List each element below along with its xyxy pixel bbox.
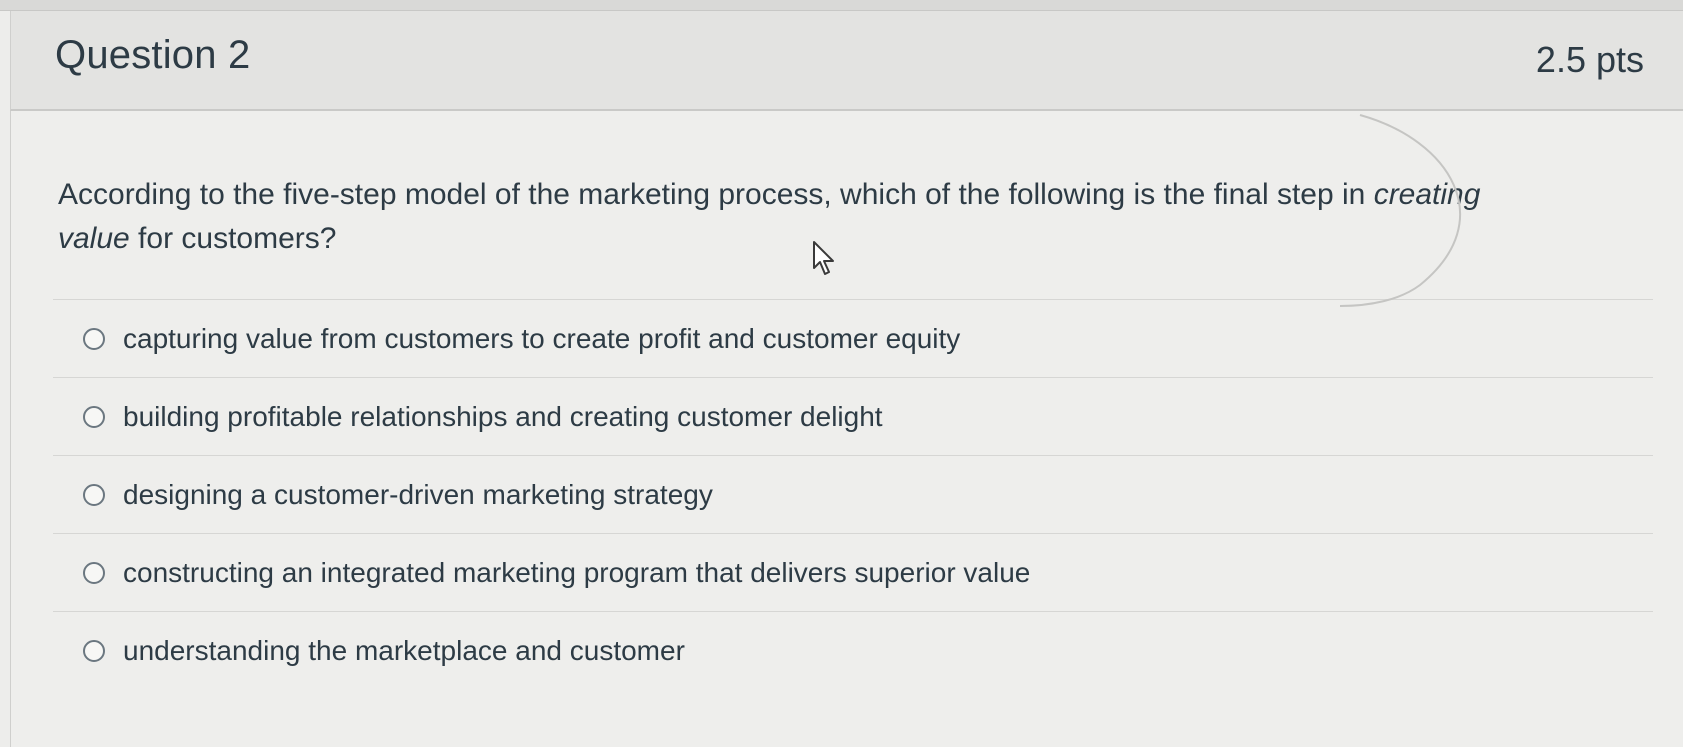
radio-button-icon[interactable] [83,483,105,506]
radio-button-icon[interactable] [83,639,105,662]
answer-option-1[interactable]: capturing value from customers to create… [53,299,1653,377]
question-points: 2.5 pts [1535,39,1644,80]
answer-option-4[interactable]: constructing an integrated marketing pro… [53,533,1653,611]
answer-label[interactable]: designing a customer-driven marketing st… [123,479,713,511]
pen-mark-decoration [1339,114,1461,307]
answer-label[interactable]: constructing an integrated marketing pro… [123,557,1030,589]
question-header: Question 2 2.5 pts [10,11,1683,111]
answer-label[interactable]: understanding the marketplace and custom… [123,635,685,667]
radio-button-icon[interactable] [83,561,105,584]
radio-button-icon[interactable] [83,327,105,350]
question-text-start: According to the five-step model of the … [58,178,1374,211]
answer-option-3[interactable]: designing a customer-driven marketing st… [53,455,1653,533]
radio-button-icon[interactable] [83,405,105,428]
question-text-end: for customers? [129,222,337,255]
question-title: Question 2 [55,33,251,77]
answer-option-5[interactable]: understanding the marketplace and custom… [53,611,1653,689]
answer-label[interactable]: building profitable relationships and cr… [123,401,883,433]
answer-list: capturing value from customers to create… [53,299,1653,689]
answer-label[interactable]: capturing value from customers to create… [123,323,960,355]
answer-option-2[interactable]: building profitable relationships and cr… [53,377,1653,455]
mouse-pointer-icon [813,241,834,275]
